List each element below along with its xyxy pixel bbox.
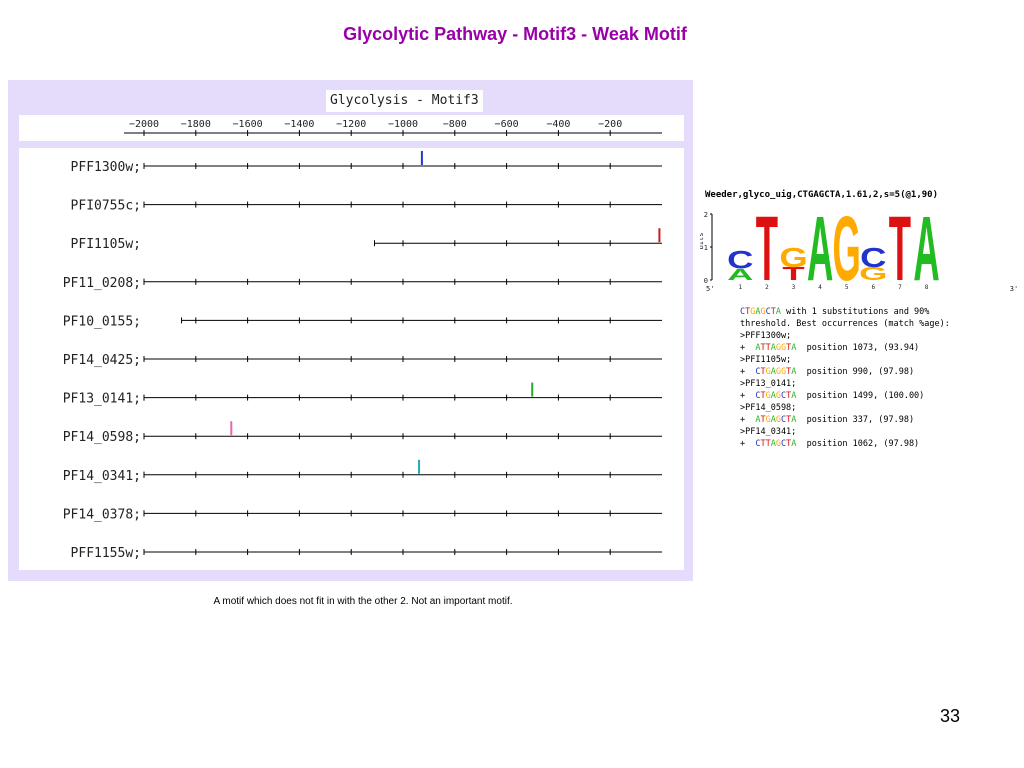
- gene-tracks: PFF1300w; PFI0755c; PFI1105w; PF11_0208; PF1…: [19, 148, 684, 570]
- report-line: + CTGAGGTA position 990, (97.98): [740, 366, 950, 378]
- report-sequence: CTTAGCTA: [755, 439, 796, 449]
- gene-label: PFF1300w;: [71, 160, 141, 175]
- axis-tick-label: −1000: [388, 119, 418, 130]
- logo-svg: 210bits5' 3'AC1 T2TG3 A4 G5GC6 T7 A8: [697, 197, 1018, 300]
- report-text: >PF13_0141;: [740, 379, 797, 389]
- slide-title: Glycolytic Pathway - Motif3 - Weak Motif: [343, 24, 687, 44]
- logo-letter: G: [779, 242, 807, 273]
- axis-svg: −2000 −1800 −1600 −1400 −1200 −1000 −800 −600 −4…: [124, 119, 662, 136]
- slide-caption: A motif which does not fit in with the o…: [213, 596, 513, 607]
- axis-tick-label: −600: [495, 119, 519, 130]
- report-text: >PF14_0341;: [740, 427, 797, 437]
- tracks-svg: PFF1300w; PFI0755c; PFI1105w; PF11_0208; PF1…: [63, 151, 662, 561]
- logo-letter: A: [807, 205, 833, 295]
- gene-label: PFI0755c;: [71, 199, 141, 214]
- sequence-logo: 2 1 0 bits 5' 3' A C 1 T 2 T G 3 A 4 G 5 G C 6 T 7 A 8: [697, 197, 1024, 300]
- gene-label: PF13_0141;: [63, 392, 141, 407]
- motif-occurrence-mark: [420, 151, 423, 165]
- logo-position-label: 1: [738, 284, 742, 291]
- weeder-report: CTGAGCTA with 1 substitutions and 90% thr…: [740, 306, 950, 450]
- report-line: >PFI1105w;: [740, 354, 950, 366]
- plot-title: Glycolysis - Motif3: [326, 90, 483, 112]
- report-line: >PFF1300w;: [740, 330, 950, 342]
- logo-position-label: 7: [898, 284, 902, 291]
- gene-label: PFI1105w;: [71, 237, 141, 252]
- motif-occurrence-mark: [418, 459, 421, 474]
- axis-tick-label: −800: [443, 119, 467, 130]
- gene-label: PF11_0208;: [63, 276, 141, 291]
- logo-position-label: 4: [818, 284, 822, 291]
- axis-tick-label: −1600: [233, 119, 263, 130]
- motif-occurrence-mark: [230, 421, 233, 436]
- report-line: >PF14_0598;: [740, 402, 950, 414]
- logo-position-label: 6: [871, 284, 875, 291]
- logo-position-label: 2: [765, 284, 769, 291]
- logo-5prime-label: 5': [706, 285, 714, 293]
- report-strand: +: [740, 391, 756, 401]
- logo-letter: A: [913, 205, 939, 295]
- logo-position-label: 8: [925, 284, 929, 291]
- axis-tick-label: −2000: [129, 119, 159, 130]
- axis-tick-label: −1200: [336, 119, 366, 130]
- report-line: CTGAGCTA with 1 substitutions and 90%: [740, 306, 950, 318]
- logo-letter: C: [860, 242, 886, 273]
- report-sequence: ATGAGCTA: [755, 415, 796, 425]
- logo-y-tick-label: 2: [704, 211, 708, 219]
- report-text: threshold. Best occurrences (match %age)…: [740, 319, 950, 329]
- axis-tick-label: −400: [546, 119, 570, 130]
- report-line: threshold. Best occurrences (match %age)…: [740, 318, 950, 330]
- axis-tick-label: −200: [598, 119, 622, 130]
- report-text: position 337, (97.98): [796, 415, 915, 425]
- gene-label: PF10_0155;: [63, 314, 141, 329]
- motif-occurrence-mark: [658, 228, 661, 243]
- report-line: + ATGAGCTA position 337, (97.98): [740, 414, 950, 426]
- weeder-header-wrap: Weeder,glyco_uig,CTGAGCTA,1.61,2,s=5(@1,…: [705, 190, 938, 200]
- report-text: position 1499, (100.00): [796, 391, 925, 401]
- logo-3prime-label: 3': [1010, 285, 1018, 293]
- report-text: >PFF1300w;: [740, 331, 792, 341]
- report-text: >PFI1105w;: [740, 355, 792, 365]
- report-strand: +: [740, 439, 756, 449]
- report-line: >PF13_0141;: [740, 378, 950, 390]
- report-text: position 1073, (93.94): [796, 343, 920, 353]
- gene-label: PF14_0598;: [63, 430, 141, 445]
- report-line: + CTTAGCTA position 1062, (97.98): [740, 438, 950, 450]
- logo-letter: G: [833, 205, 861, 295]
- logo-position-label: 3: [792, 284, 796, 291]
- report-sequence: CTGAGCTA: [740, 307, 781, 317]
- report-text: position 1062, (97.98): [796, 439, 920, 449]
- weeder-header: Weeder,glyco_uig,CTGAGCTA,1.61,2,s=5(@1,…: [705, 190, 938, 200]
- axis-tick-label: −1400: [284, 119, 314, 130]
- logo-y-label: bits: [700, 233, 705, 250]
- gene-label: PFF1155w;: [71, 546, 141, 561]
- gene-label: PF14_0378;: [63, 507, 141, 522]
- page-number: 33: [940, 706, 961, 726]
- logo-y-tick-label: 0: [704, 277, 708, 285]
- logo-letter: T: [889, 205, 911, 295]
- report-text: position 990, (97.98): [796, 367, 915, 377]
- report-strand: +: [740, 367, 756, 377]
- gene-label: PF14_0425;: [63, 353, 141, 368]
- report-sequence: ATTAGGTA: [755, 343, 796, 353]
- report-sequence: CTGAGCTA: [755, 391, 796, 401]
- report-text: >PF14_0598;: [740, 403, 797, 413]
- report-line: >PF14_0341;: [740, 426, 950, 438]
- motif-occurrence-mark: [531, 382, 534, 397]
- position-axis: −2000 −1800 −1600 −1400 −1200 −1000 −800 −600 −4…: [19, 115, 684, 141]
- report-text: with 1 substitutions and 90%: [781, 307, 930, 317]
- report-strand: +: [740, 415, 756, 425]
- report-line: + CTGAGCTA position 1499, (100.00): [740, 390, 950, 402]
- report-sequence: CTGAGGTA: [755, 367, 796, 377]
- logo-letter: T: [756, 205, 778, 295]
- logo-letter: C: [727, 246, 753, 274]
- report-line: + ATTAGGTA position 1073, (93.94): [740, 342, 950, 354]
- logo-position-label: 5: [845, 284, 849, 291]
- gene-label: PF14_0341;: [63, 469, 141, 484]
- report-strand: +: [740, 343, 756, 353]
- axis-tick-label: −1800: [181, 119, 211, 130]
